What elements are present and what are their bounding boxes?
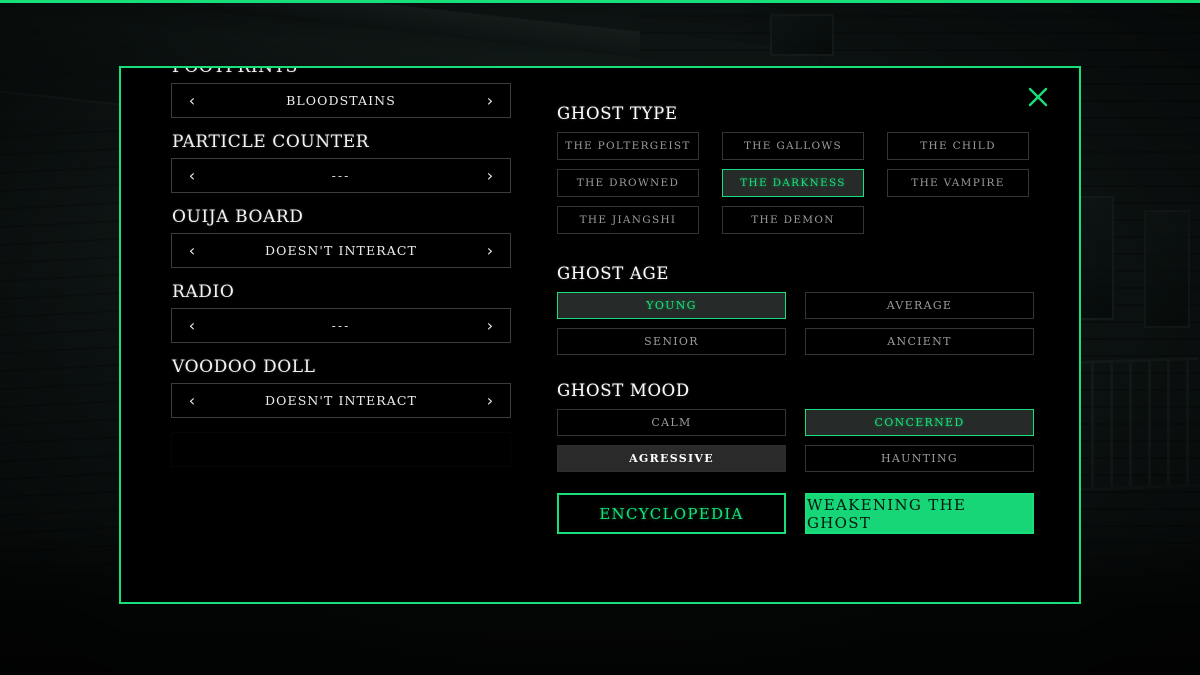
spacer: [557, 240, 1037, 264]
ghost-age-grid: YOUNG AVERAGE SENIOR ANCIENT: [557, 292, 1037, 355]
ghost-type-section: GHOST TYPE THE POLTERGEIST THE GALLOWS T…: [557, 104, 1037, 234]
ghost-journal-panel: ‹ --- › FOOTPRINTS ‹ BLOODSTAINS › PARTI…: [119, 66, 1081, 604]
ghost-type-option-jiangshi[interactable]: THE JIANGSHI: [557, 206, 699, 234]
equipment-value: BLOODSTAINS: [172, 93, 510, 108]
equipment-item-voodoo-doll: VOODOO DOLL ‹ DOESN'T INTERACT ›: [171, 357, 511, 418]
ghost-mood-option-concerned[interactable]: CONCERNED: [805, 409, 1034, 436]
equipment-stepper[interactable]: ‹ BLOODSTAINS ›: [171, 83, 511, 118]
equipment-value: DOESN'T INTERACT: [172, 393, 510, 408]
ghost-type-option-poltergeist[interactable]: THE POLTERGEIST: [557, 132, 699, 160]
ghost-type-option-demon[interactable]: THE DEMON: [722, 206, 864, 234]
equipment-item-cutoff: [171, 432, 511, 467]
ghost-type-option-child[interactable]: THE CHILD: [887, 132, 1029, 160]
equipment-value: DOESN'T INTERACT: [172, 243, 510, 258]
ghost-age-section: GHOST AGE YOUNG AVERAGE SENIOR ANCIENT: [557, 264, 1037, 355]
equipment-item-ouija-board: OUIJA BOARD ‹ DOESN'T INTERACT ›: [171, 207, 511, 268]
ghost-age-title: GHOST AGE: [557, 264, 1037, 283]
ghost-type-title: GHOST TYPE: [557, 104, 1037, 123]
ghost-age-option-average[interactable]: AVERAGE: [805, 292, 1034, 319]
ghost-mood-title: GHOST MOOD: [557, 381, 1037, 400]
ghost-identification-column: GHOST TYPE THE POLTERGEIST THE GALLOWS T…: [557, 104, 1037, 534]
equipment-list-inner: ‹ --- › FOOTPRINTS ‹ BLOODSTAINS › PARTI…: [171, 68, 511, 481]
equipment-list[interactable]: ‹ --- › FOOTPRINTS ‹ BLOODSTAINS › PARTI…: [171, 68, 511, 604]
ghost-mood-option-haunting[interactable]: HAUNTING: [805, 445, 1034, 472]
ghost-mood-option-calm[interactable]: CALM: [557, 409, 786, 436]
ghost-age-option-senior[interactable]: SENIOR: [557, 328, 786, 355]
ghost-age-option-young[interactable]: YOUNG: [557, 292, 786, 319]
equipment-stepper[interactable]: ‹ DOESN'T INTERACT ›: [171, 233, 511, 268]
equipment-value: ---: [172, 318, 510, 333]
ghost-type-option-drowned[interactable]: THE DROWNED: [557, 169, 699, 197]
equipment-label: VOODOO DOLL: [172, 357, 511, 377]
spacer: [557, 361, 1037, 381]
ghost-age-option-ancient[interactable]: ANCIENT: [805, 328, 1034, 355]
ghost-type-option-vampire[interactable]: THE VAMPIRE: [887, 169, 1029, 197]
chevron-right-icon[interactable]: [482, 442, 498, 458]
ghost-type-grid: THE POLTERGEIST THE GALLOWS THE CHILD TH…: [557, 132, 1037, 234]
weakening-the-ghost-button[interactable]: WEAKENING THE GHOST: [805, 493, 1034, 534]
chevron-left-icon[interactable]: [184, 442, 200, 458]
encyclopedia-button[interactable]: ENCYCLOPEDIA: [557, 493, 786, 534]
equipment-label: OUIJA BOARD: [172, 207, 511, 227]
ghost-mood-grid: CALM CONCERNED AGRESSIVE HAUNTING: [557, 409, 1037, 472]
equipment-stepper[interactable]: [171, 432, 511, 467]
ghost-type-option-gallows[interactable]: THE GALLOWS: [722, 132, 864, 160]
equipment-stepper[interactable]: ‹ --- ›: [171, 308, 511, 343]
scroll-fade-overlay: [171, 536, 511, 604]
equipment-label: FOOTPRINTS: [172, 68, 511, 77]
window-upper: [770, 14, 834, 56]
ghost-type-option-darkness[interactable]: THE DARKNESS: [722, 169, 864, 197]
equipment-item-radio: RADIO ‹ --- ›: [171, 282, 511, 343]
ghost-mood-section: GHOST MOOD CALM CONCERNED AGRESSIVE HAUN…: [557, 381, 1037, 472]
equipment-label: RADIO: [172, 282, 511, 302]
action-button-row: ENCYCLOPEDIA WEAKENING THE GHOST: [557, 493, 1037, 534]
equipment-stepper[interactable]: ‹ --- ›: [171, 158, 511, 193]
equipment-item-particle-counter: PARTICLE COUNTER ‹ --- ›: [171, 132, 511, 193]
equipment-label: PARTICLE COUNTER: [172, 132, 511, 152]
ghost-mood-option-agressive[interactable]: AGRESSIVE: [557, 445, 786, 472]
equipment-value: ---: [172, 168, 510, 183]
top-accent-bar: [0, 0, 1200, 3]
window-right-2: [1144, 210, 1190, 328]
equipment-stepper[interactable]: ‹ DOESN'T INTERACT ›: [171, 383, 511, 418]
equipment-item-footprints: FOOTPRINTS ‹ BLOODSTAINS ›: [171, 68, 511, 118]
